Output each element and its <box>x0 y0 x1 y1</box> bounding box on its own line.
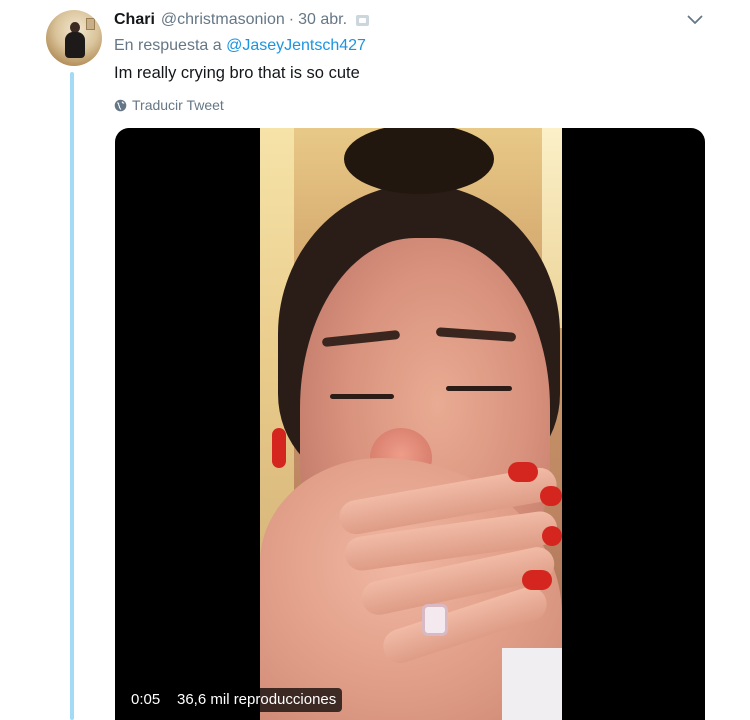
left-eye <box>330 394 394 399</box>
engagement-ring <box>422 604 448 636</box>
hair-bun <box>344 128 494 194</box>
video-frame <box>260 128 562 720</box>
avatar-figure-body <box>65 32 85 58</box>
fingernail-2 <box>540 486 562 506</box>
video-player[interactable]: 0:05 36,6 mil reproducciones <box>115 128 705 720</box>
author-handle[interactable]: @christmasonion <box>161 11 285 29</box>
translate-tweet-link[interactable]: Traducir Tweet <box>114 96 224 114</box>
reply-thread-line <box>70 72 74 720</box>
reply-to-handle-link[interactable]: @JaseyJentsch427 <box>226 37 366 54</box>
avatar-picture-frame <box>86 18 95 30</box>
fingernail-5 <box>272 428 286 468</box>
video-elapsed-time: 0:05 <box>125 688 167 712</box>
avatar[interactable] <box>46 10 102 66</box>
translation-badge-icon <box>356 14 370 26</box>
tweet-menu-button[interactable] <box>685 10 705 30</box>
fingernail-3 <box>542 526 562 546</box>
fingernail-1 <box>508 462 538 482</box>
chevron-down-icon <box>687 15 703 24</box>
video-view-count: 36,6 mil reproducciones <box>171 688 343 712</box>
right-eye <box>446 386 512 391</box>
author-name[interactable]: Chari <box>114 11 155 29</box>
translate-label: Traducir Tweet <box>132 97 224 113</box>
tweet: Chari @christmasonion · 30 abr. En respu… <box>0 0 750 720</box>
reply-context: En respuesta a @JaseyJentsch427 <box>114 37 366 59</box>
shirt <box>502 648 562 720</box>
tweet-text: Im really crying bro that is so cute <box>114 64 360 82</box>
header-separator: · <box>288 11 295 28</box>
tweet-header: Chari @christmasonion · 30 abr. <box>114 9 370 31</box>
tweet-timestamp[interactable]: 30 abr. <box>298 11 347 29</box>
fingernail-4 <box>522 570 552 590</box>
globe-icon <box>114 99 127 112</box>
reply-prefix: En respuesta a <box>114 37 222 54</box>
